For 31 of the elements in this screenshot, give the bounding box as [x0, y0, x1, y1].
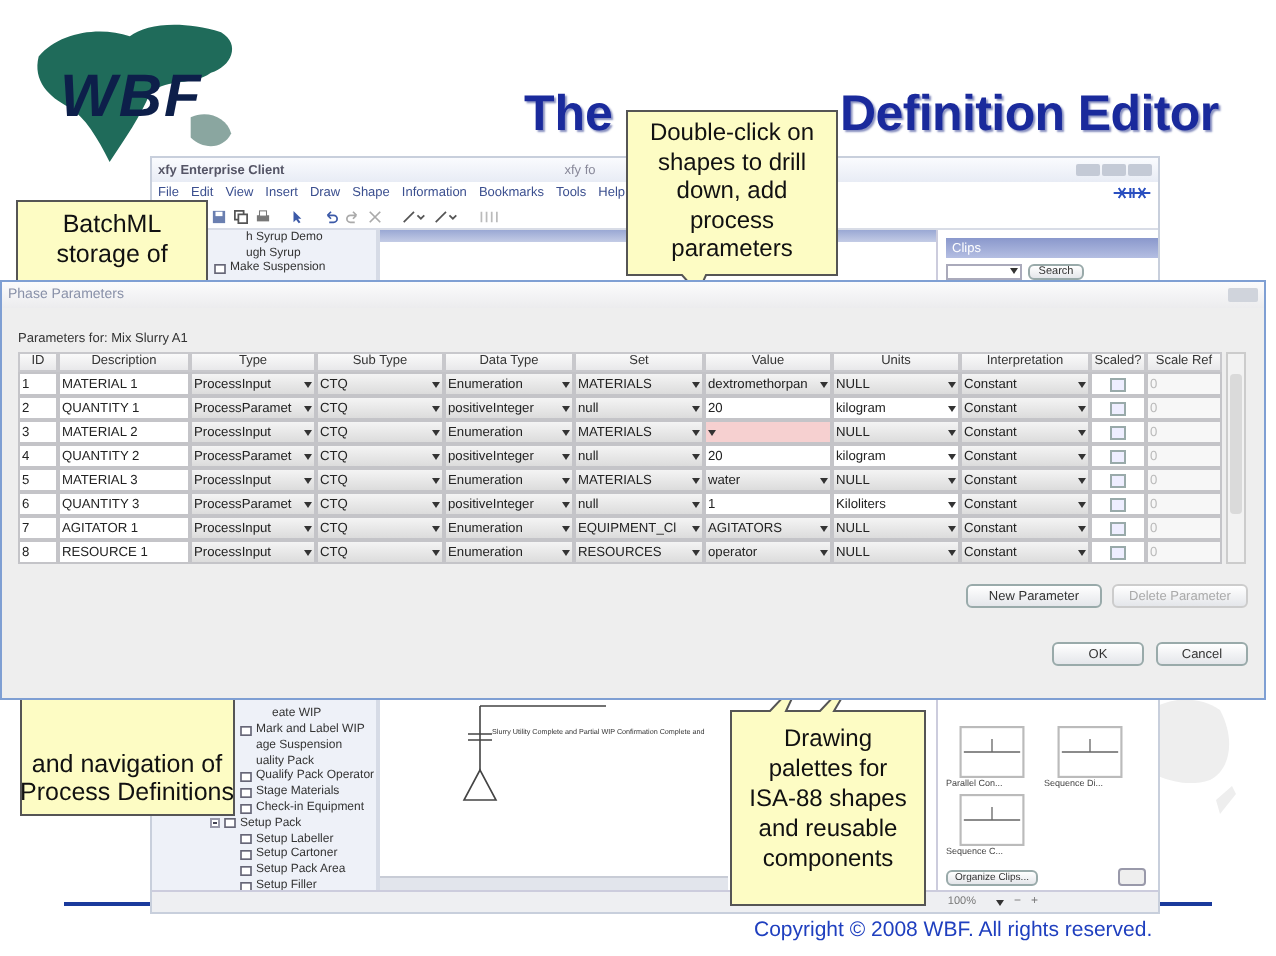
copy-icon[interactable] [234, 209, 248, 223]
save-icon[interactable] [212, 209, 226, 223]
cut-icon[interactable] [368, 209, 382, 223]
checkbox[interactable] [1110, 401, 1126, 415]
checkbox[interactable] [1110, 449, 1126, 463]
slide-title: Definition Editor [840, 86, 1219, 144]
view-menu-button[interactable] [1118, 868, 1146, 886]
undo-icon[interactable] [324, 209, 338, 223]
vertical-scrollbar[interactable] [1226, 352, 1246, 564]
print-icon[interactable] [256, 209, 270, 223]
collapse-icon[interactable] [210, 818, 220, 829]
line-tool-icon[interactable] [434, 209, 458, 223]
caret-icon [995, 899, 1004, 905]
copyright-text: Copyright © 2008 WBF. All rights reserved. [754, 918, 1153, 942]
value-dropdown[interactable] [704, 420, 832, 444]
checkbox[interactable] [1110, 521, 1126, 535]
checkbox[interactable] [1110, 425, 1126, 439]
checkbox[interactable] [1110, 545, 1126, 559]
app-logo-icon [1112, 186, 1152, 200]
slide-title: The [524, 86, 613, 144]
page-icon [214, 263, 226, 274]
checkbox[interactable] [1110, 377, 1126, 391]
horizontal-scrollbar[interactable] [380, 876, 728, 890]
caret-icon [1010, 268, 1018, 274]
pointer-icon[interactable] [290, 209, 304, 223]
checkbox[interactable] [1110, 473, 1126, 487]
page-icon [240, 725, 252, 736]
redo-icon[interactable] [346, 209, 360, 223]
line-tool-icon[interactable] [402, 209, 426, 223]
checkbox[interactable] [1110, 497, 1126, 511]
callout: Drawing palettes for ISA-88 shapes and reusable components [730, 694, 926, 906]
